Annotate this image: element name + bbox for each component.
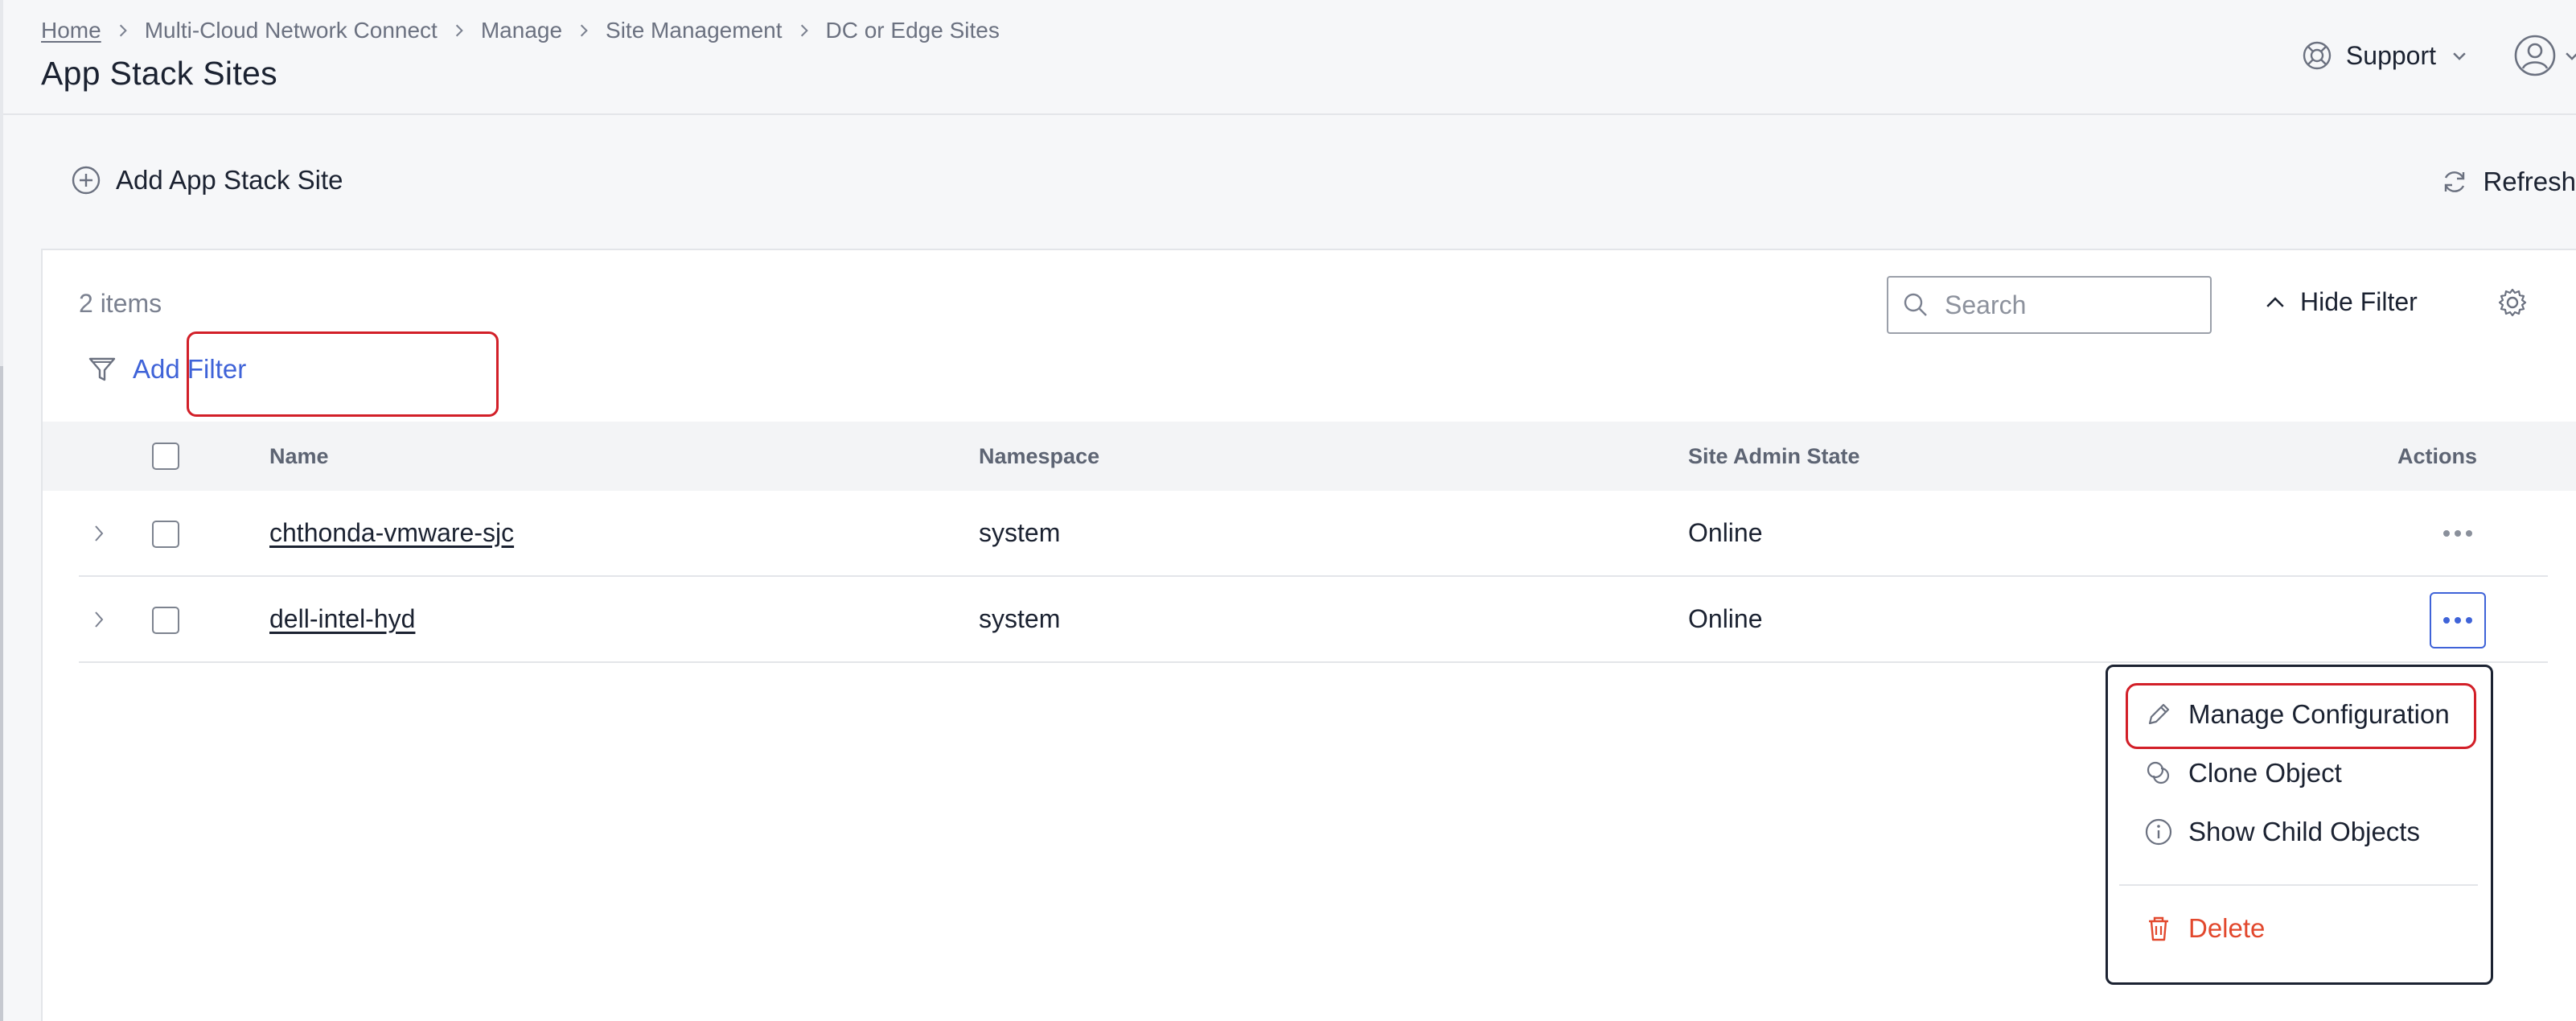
menu-item-label: Clone Object bbox=[2188, 758, 2342, 788]
toolbar: Add App Stack Site Refresh bbox=[3, 117, 2576, 249]
menu-item-manage-configuration[interactable]: Manage Configuration bbox=[2108, 699, 2491, 730]
clone-icon bbox=[2147, 761, 2170, 784]
refresh-button[interactable]: Refresh bbox=[2439, 167, 2576, 197]
filter-icon bbox=[88, 357, 116, 381]
user-menu[interactable] bbox=[2513, 34, 2576, 77]
page-title: App Stack Sites bbox=[41, 55, 277, 92]
column-header-namespace[interactable]: Namespace bbox=[979, 444, 1099, 469]
chevron-right-icon bbox=[101, 23, 145, 38]
menu-divider bbox=[2119, 884, 2478, 886]
menu-item-delete[interactable]: Delete bbox=[2108, 913, 2491, 944]
menu-item-label: Manage Configuration bbox=[2188, 699, 2450, 729]
expand-row-icon[interactable] bbox=[88, 521, 109, 545]
items-count: 2 items bbox=[79, 289, 162, 318]
support-label: Support bbox=[2345, 40, 2436, 70]
pencil-icon bbox=[2148, 703, 2170, 725]
site-admin-state-cell: Online bbox=[1688, 604, 1763, 633]
expand-row-icon[interactable] bbox=[88, 607, 109, 632]
info-circle-icon bbox=[2145, 818, 2172, 846]
row-actions-menu: Manage Configuration Clone Object Show C… bbox=[2106, 665, 2493, 985]
row-checkbox[interactable] bbox=[152, 521, 179, 548]
hide-filter-button[interactable]: Hide Filter bbox=[2265, 287, 2418, 317]
user-avatar-icon bbox=[2514, 35, 2556, 76]
search-icon bbox=[1904, 293, 1927, 316]
row-actions-button[interactable] bbox=[2430, 505, 2486, 562]
chevron-down-icon bbox=[2566, 52, 2576, 60]
menu-item-show-child-objects[interactable]: Show Child Objects bbox=[2108, 817, 2491, 847]
table-row: dell-intel-hyd system Online bbox=[79, 577, 2548, 663]
chevron-up-icon bbox=[2266, 296, 2284, 307]
breadcrumb: Home Multi-Cloud Network Connect Manage … bbox=[41, 18, 1000, 43]
menu-item-clone-object[interactable]: Clone Object bbox=[2108, 758, 2491, 788]
trash-icon bbox=[2149, 916, 2168, 941]
name-highlight-box bbox=[187, 331, 499, 417]
column-header-name[interactable]: Name bbox=[269, 444, 329, 469]
breadcrumb-manage[interactable]: Manage bbox=[481, 18, 562, 43]
plus-circle-icon bbox=[72, 166, 101, 195]
hide-filter-label: Hide Filter bbox=[2300, 287, 2418, 316]
search-field[interactable] bbox=[1887, 276, 2212, 334]
namespace-cell: system bbox=[979, 518, 1061, 547]
more-horizontal-icon bbox=[2443, 530, 2472, 537]
site-name-link[interactable]: chthonda-vmware-sjc bbox=[269, 518, 514, 548]
column-header-site-admin-state[interactable]: Site Admin State bbox=[1688, 444, 1860, 469]
more-horizontal-icon bbox=[2443, 617, 2472, 624]
breadcrumb-home[interactable]: Home bbox=[41, 18, 101, 43]
page-header: Home Multi-Cloud Network Connect Manage … bbox=[3, 0, 2576, 115]
app-stack-sites-page: Home Multi-Cloud Network Connect Manage … bbox=[0, 0, 2576, 1021]
lifebuoy-icon bbox=[2303, 41, 2332, 70]
table-header: Name Namespace Site Admin State Actions bbox=[43, 422, 2576, 491]
row-checkbox[interactable] bbox=[152, 607, 179, 634]
chevron-right-icon bbox=[562, 23, 606, 38]
select-all-checkbox[interactable] bbox=[152, 443, 179, 470]
column-header-actions: Actions bbox=[2397, 444, 2478, 468]
search-input[interactable] bbox=[1945, 290, 2202, 320]
gear-icon[interactable] bbox=[2496, 286, 2529, 319]
chevron-right-icon bbox=[783, 23, 826, 38]
site-admin-state-cell: Online bbox=[1688, 518, 1763, 547]
refresh-icon bbox=[2445, 171, 2465, 192]
breadcrumb-site-management[interactable]: Site Management bbox=[606, 18, 782, 43]
left-rail-marker bbox=[0, 366, 3, 1021]
namespace-cell: system bbox=[979, 604, 1061, 633]
breadcrumb-dc-or-edge-sites[interactable]: DC or Edge Sites bbox=[826, 18, 1000, 43]
site-name-link[interactable]: dell-intel-hyd bbox=[269, 604, 415, 634]
row-actions-button-active[interactable] bbox=[2430, 592, 2486, 648]
menu-item-label: Delete bbox=[2188, 913, 2266, 943]
chevron-right-icon bbox=[438, 23, 481, 38]
menu-item-label: Show Child Objects bbox=[2188, 817, 2420, 846]
chevron-down-icon bbox=[2453, 52, 2466, 60]
add-app-stack-site-label: Add App Stack Site bbox=[116, 165, 343, 195]
header-actions: Support bbox=[2301, 34, 2576, 77]
add-app-stack-site-button[interactable]: Add App Stack Site bbox=[71, 165, 343, 196]
refresh-label: Refresh bbox=[2483, 167, 2576, 196]
table-row: chthonda-vmware-sjc system Online bbox=[79, 491, 2548, 577]
support-menu[interactable]: Support bbox=[2301, 39, 2468, 72]
breadcrumb-multi-cloud-network-connect[interactable]: Multi-Cloud Network Connect bbox=[145, 18, 438, 43]
